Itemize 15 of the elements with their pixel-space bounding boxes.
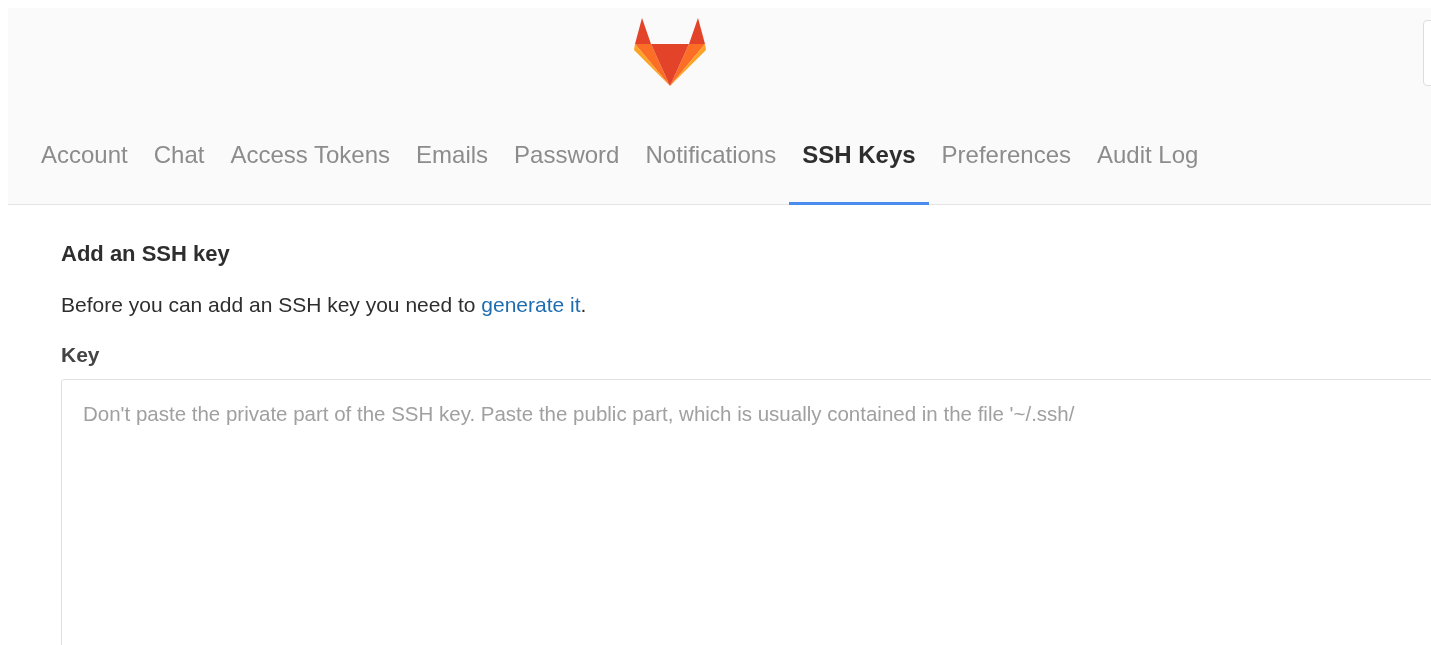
key-field[interactable]: Don't paste the private part of the SSH key. Paste the public part, which is usually contained in the file '~/.ssh/ (61, 379, 1431, 645)
tab[interactable]: SSH Keys (789, 108, 929, 205)
tab[interactable]: Access Tokens (217, 108, 404, 205)
key-label: Key (61, 343, 101, 367)
fox-logo-icon (634, 18, 706, 86)
tab[interactable]: Audit Log (1084, 108, 1212, 205)
tab[interactable]: Notifications (632, 108, 790, 205)
tab[interactable]: Preferences (928, 108, 1084, 205)
tab[interactable]: Password (501, 108, 633, 205)
intro-text: Before you can add an SSH key you need to generate it. (61, 293, 588, 317)
generate-link[interactable]: generate it (481, 293, 581, 316)
section-title: Add an SSH key (61, 241, 231, 267)
tab[interactable]: Emails (403, 108, 502, 205)
tab[interactable]: Account (28, 108, 141, 205)
tab[interactable]: Chat (140, 108, 218, 205)
